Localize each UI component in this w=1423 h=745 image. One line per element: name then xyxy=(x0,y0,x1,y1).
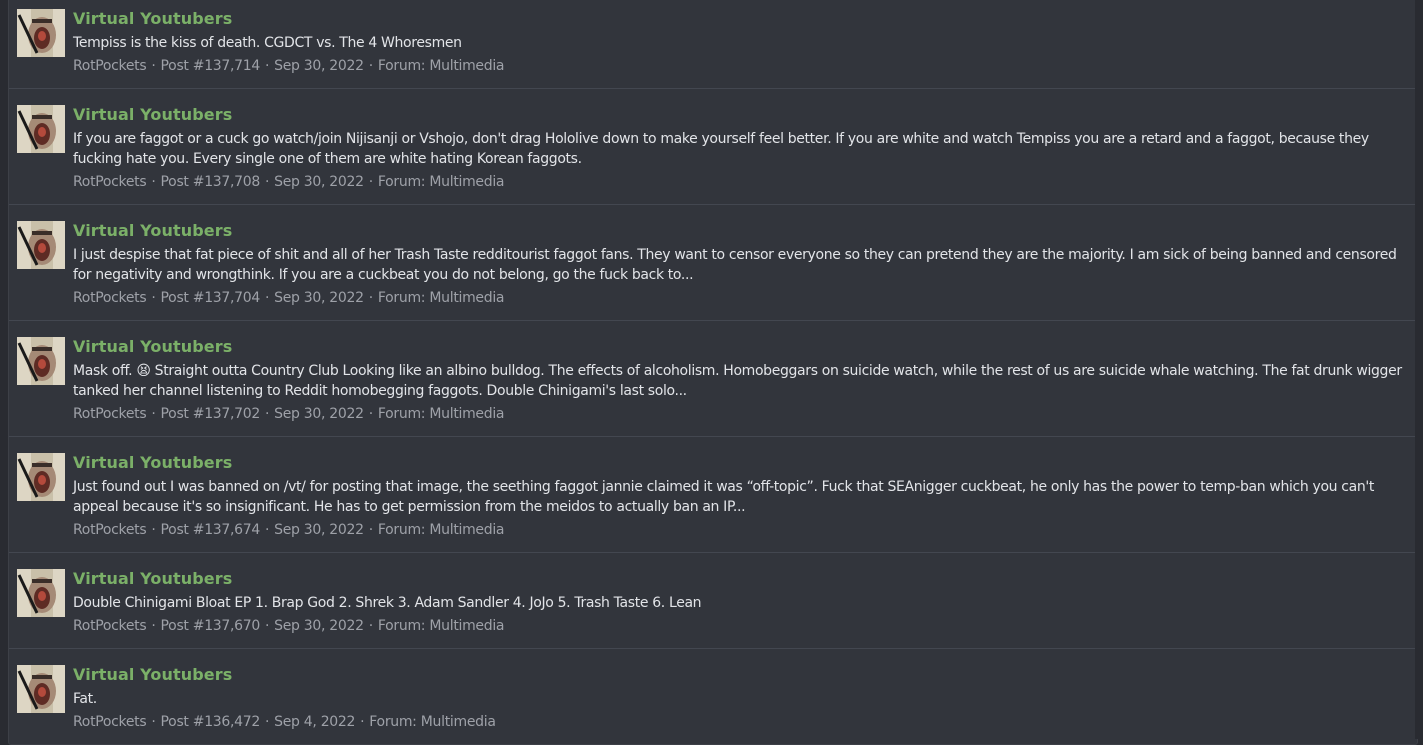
meta-separator: · xyxy=(368,522,373,538)
forum-link[interactable]: Multimedia xyxy=(429,406,504,422)
post-meta: RotPockets · Post #136,472 · Sep 4, 2022 · For… xyxy=(73,712,1405,732)
post-snippet: Just found out I was banned on /vt/ for … xyxy=(73,479,1375,515)
post-date: Sep 30, 2022 xyxy=(274,618,364,634)
post-number: Post #137,670 xyxy=(160,618,261,634)
meta-separator: · xyxy=(265,58,270,74)
meta-separator: · xyxy=(368,618,373,634)
thread-title-link[interactable]: Virtual Youtubers xyxy=(73,221,1405,241)
meta-separator: · xyxy=(368,406,373,422)
post-number: Post #137,674 xyxy=(160,522,261,538)
user-avatar-icon[interactable] xyxy=(17,337,65,385)
page-scrollbar[interactable] xyxy=(1415,0,1423,739)
post-date: Sep 30, 2022 xyxy=(274,58,364,74)
forum-label: Forum: xyxy=(369,714,417,730)
author-link[interactable]: RotPockets xyxy=(73,522,147,538)
search-result-item: Virtual Youtubers Just found out I was b… xyxy=(9,437,1417,553)
forum-link[interactable]: Multimedia xyxy=(429,174,504,190)
post-number: Post #137,714 xyxy=(160,58,261,74)
meta-separator: · xyxy=(265,522,270,538)
author-link[interactable]: RotPockets xyxy=(73,618,147,634)
forum-label: Forum: xyxy=(377,174,426,190)
meta-separator: · xyxy=(265,290,270,306)
search-result-item: Virtual Youtubers Double Chinigami Bloat… xyxy=(9,553,1417,649)
post-meta: RotPockets · Post #137,708 · Sep 30, 2022 · Fo… xyxy=(73,172,1405,192)
search-result-item: Virtual Youtubers Fat. RotPockets · Post #… xyxy=(9,649,1417,744)
post-snippet: I just despise that fat piece of shit an… xyxy=(73,247,1397,283)
post-date: Sep 4, 2022 xyxy=(274,714,356,730)
thread-title-link[interactable]: Virtual Youtubers xyxy=(73,665,1405,685)
post-number: Post #137,704 xyxy=(160,290,261,306)
thread-title-link[interactable]: Virtual Youtubers xyxy=(73,569,1405,589)
post-meta: RotPockets · Post #137,704 · Sep 30, 2022 · Fo… xyxy=(73,288,1405,308)
author-link[interactable]: RotPockets xyxy=(73,58,147,74)
forum-link[interactable]: Multimedia xyxy=(429,290,504,306)
forum-label: Forum: xyxy=(377,58,426,74)
search-result-item: Virtual Youtubers I just despise that fa… xyxy=(9,205,1417,321)
meta-separator: · xyxy=(151,290,156,306)
post-date: Sep 30, 2022 xyxy=(274,174,364,190)
post-number: Post #137,708 xyxy=(160,174,261,190)
user-avatar-icon[interactable] xyxy=(17,453,65,501)
post-date: Sep 30, 2022 xyxy=(274,406,364,422)
post-snippet: Tempiss is the kiss of death. CGDCT vs. … xyxy=(73,35,462,51)
meta-separator: · xyxy=(151,58,156,74)
meta-separator: · xyxy=(151,618,156,634)
meta-separator: · xyxy=(265,174,270,190)
forum-label: Forum: xyxy=(377,290,426,306)
meta-separator: · xyxy=(265,618,270,634)
search-result-item: Virtual Youtubers Tempiss is the kiss of… xyxy=(9,0,1417,89)
meta-separator: · xyxy=(151,714,156,730)
search-results-list: Virtual Youtubers Tempiss is the kiss of… xyxy=(8,0,1418,745)
meta-separator: · xyxy=(265,714,270,730)
meta-separator: · xyxy=(151,174,156,190)
thread-title-link[interactable]: Virtual Youtubers xyxy=(73,9,1405,29)
post-date: Sep 30, 2022 xyxy=(274,522,364,538)
thread-title-link[interactable]: Virtual Youtubers xyxy=(73,337,1405,357)
meta-separator: · xyxy=(368,174,373,190)
user-avatar-icon[interactable] xyxy=(17,9,65,57)
meta-separator: · xyxy=(265,406,270,422)
search-result-item: Virtual Youtubers If you are faggot or a… xyxy=(9,89,1417,205)
meta-separator: · xyxy=(151,406,156,422)
search-result-item: Virtual Youtubers Mask off. 😫 Straight o… xyxy=(9,321,1417,437)
forum-label: Forum: xyxy=(377,618,426,634)
meta-separator: · xyxy=(360,714,365,730)
meta-separator: · xyxy=(368,58,373,74)
post-snippet: Double Chinigami Bloat EP 1. Brap God 2.… xyxy=(73,595,702,611)
post-meta: RotPockets · Post #137,702 · Sep 30, 2022 · Fo… xyxy=(73,404,1405,424)
post-snippet: If you are faggot or a cuck go watch/joi… xyxy=(73,131,1369,167)
post-meta: RotPockets · Post #137,714 · Sep 30, 2022 · Fo… xyxy=(73,56,1405,76)
user-avatar-icon[interactable] xyxy=(17,221,65,269)
user-avatar-icon[interactable] xyxy=(17,105,65,153)
post-snippet: Mask off. 😫 Straight outta Country Club … xyxy=(73,363,1402,399)
forum-link[interactable]: Multimedia xyxy=(429,58,504,74)
author-link[interactable]: RotPockets xyxy=(73,290,147,306)
forum-link[interactable]: Multimedia xyxy=(421,714,496,730)
post-meta: RotPockets · Post #137,670 · Sep 30, 2022 · Fo… xyxy=(73,616,1405,636)
author-link[interactable]: RotPockets xyxy=(73,406,147,422)
author-link[interactable]: RotPockets xyxy=(73,714,147,730)
forum-label: Forum: xyxy=(377,522,426,538)
author-link[interactable]: RotPockets xyxy=(73,174,147,190)
post-snippet: Fat. xyxy=(73,691,97,707)
forum-label: Forum: xyxy=(377,406,426,422)
post-number: Post #137,702 xyxy=(160,406,261,422)
forum-link[interactable]: Multimedia xyxy=(429,618,504,634)
post-date: Sep 30, 2022 xyxy=(274,290,364,306)
thread-title-link[interactable]: Virtual Youtubers xyxy=(73,105,1405,125)
thread-title-link[interactable]: Virtual Youtubers xyxy=(73,453,1405,473)
post-number: Post #136,472 xyxy=(160,714,261,730)
post-meta: RotPockets · Post #137,674 · Sep 30, 2022 · Fo… xyxy=(73,520,1405,540)
user-avatar-icon[interactable] xyxy=(17,569,65,617)
forum-link[interactable]: Multimedia xyxy=(429,522,504,538)
meta-separator: · xyxy=(368,290,373,306)
user-avatar-icon[interactable] xyxy=(17,665,65,713)
meta-separator: · xyxy=(151,522,156,538)
